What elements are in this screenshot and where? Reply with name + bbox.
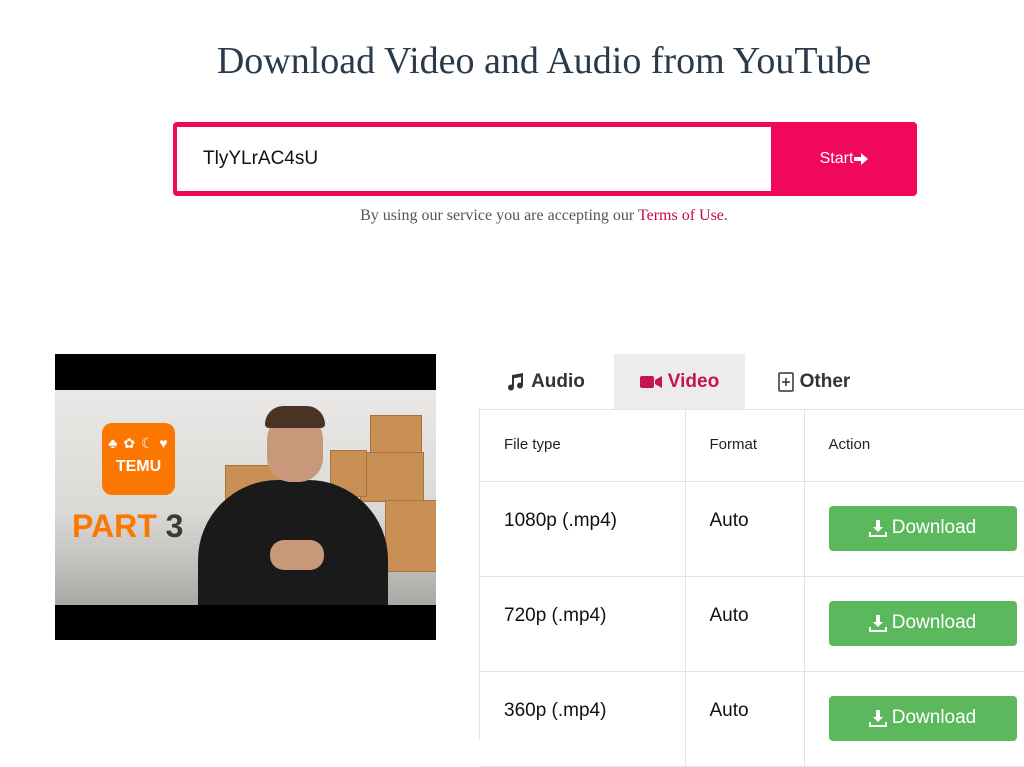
tab-audio-label: Audio [531, 371, 585, 392]
part-number: 3 [165, 508, 184, 544]
tab-other-label: Other [799, 371, 851, 392]
start-button-label: Start [819, 150, 854, 167]
table-row: 1080p (.mp4) Auto Download [480, 481, 1024, 577]
format-cell: Auto [685, 576, 805, 672]
download-button-label: Download [891, 612, 977, 633]
search-form: Start [173, 122, 917, 196]
column-header-format: Format [685, 410, 805, 482]
table-row: 360p (.mp4) Auto Download [480, 671, 1024, 767]
part-label: PART 3 [72, 508, 183, 545]
file-type-cell: 720p (.mp4) [480, 576, 686, 672]
cardboard-box [385, 500, 436, 572]
table-row: 720p (.mp4) Auto Download [480, 576, 1024, 672]
action-cell: Download [804, 481, 1024, 577]
arrow-right-icon [854, 153, 869, 165]
download-button-label: Download [891, 707, 977, 728]
table-header-row: File type Format Action [480, 410, 1024, 482]
format-cell: Auto [685, 671, 805, 767]
tab-video-label: Video [667, 371, 720, 392]
download-button-label: Download [891, 517, 977, 538]
part-word: PART [72, 508, 157, 544]
download-icon [868, 709, 887, 727]
terms-notice: By using our service you are accepting o… [0, 207, 1024, 225]
action-cell: Download [804, 576, 1024, 672]
person-hands [270, 540, 324, 570]
download-icon [868, 614, 887, 632]
terms-suffix: . [723, 207, 728, 224]
music-note-icon [508, 373, 524, 391]
terms-prefix: By using our service you are accepting o… [360, 207, 638, 224]
column-header-file-type: File type [480, 410, 686, 482]
video-camera-icon [639, 376, 662, 388]
column-header-action: Action [804, 410, 1024, 482]
file-type-cell: 360p (.mp4) [480, 671, 686, 767]
file-type-cell: 1080p (.mp4) [480, 481, 686, 577]
download-button[interactable]: Download [828, 505, 1017, 551]
terms-of-use-link[interactable]: Terms of Use [638, 207, 724, 224]
page-title: Download Video and Audio from YouTube [216, 40, 872, 83]
download-icon [868, 519, 887, 537]
temu-logo-text: TEMU [115, 458, 162, 475]
thumbnail-scene: ♣ ✿ ☾ ♥ TEMU PART 3 [55, 390, 436, 605]
action-cell: Download [804, 671, 1024, 767]
download-button[interactable]: Download [828, 600, 1017, 646]
person-hair [265, 406, 325, 428]
video-thumbnail: ♣ ✿ ☾ ♥ TEMU PART 3 [55, 354, 436, 640]
start-button[interactable]: Start [771, 122, 917, 196]
download-table: File type Format Action 1080p (.mp4) Aut… [479, 409, 1024, 767]
format-cell: Auto [685, 481, 805, 577]
download-button[interactable]: Download [828, 695, 1017, 741]
temu-logo-glyphs: ♣ ✿ ☾ ♥ [108, 435, 169, 451]
cardboard-box [360, 452, 424, 502]
temu-logo: ♣ ✿ ☾ ♥ TEMU [102, 423, 175, 495]
tab-audio[interactable]: Audio [479, 354, 611, 410]
file-plus-icon [777, 372, 794, 392]
url-input[interactable] [177, 127, 771, 191]
tab-video[interactable]: Video [614, 354, 745, 410]
cardboard-box [370, 415, 422, 457]
tab-other[interactable]: Other [748, 354, 880, 410]
format-tabs: Audio Video Other [479, 354, 1024, 410]
